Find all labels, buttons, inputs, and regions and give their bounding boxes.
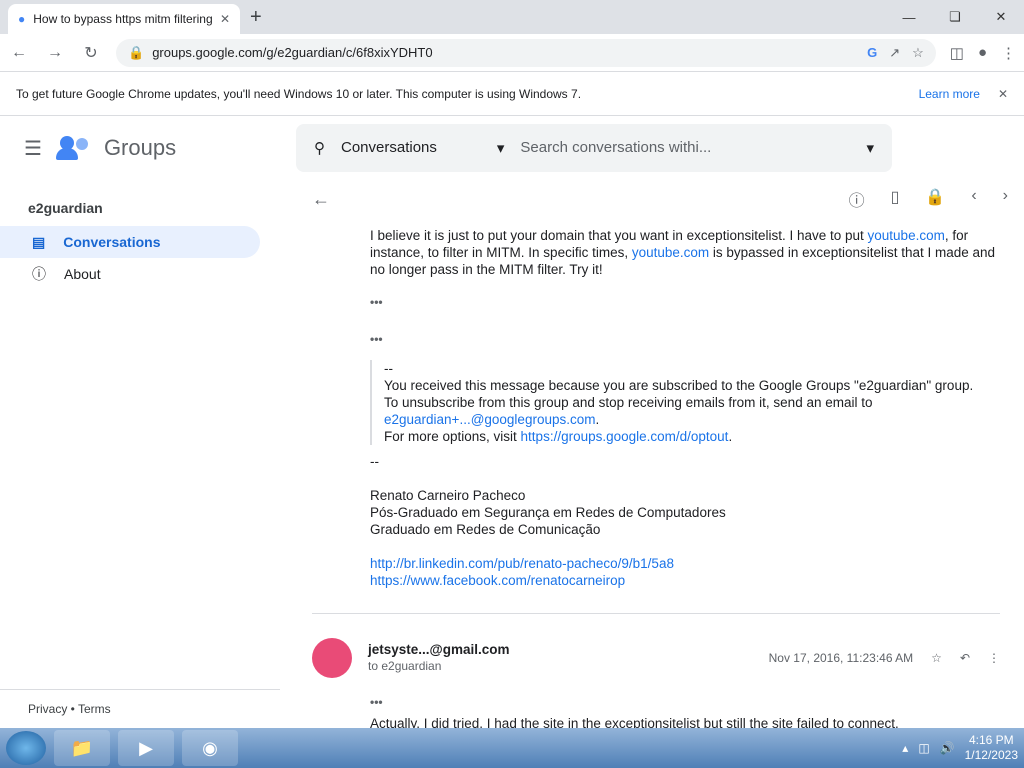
google-icon[interactable]: G — [867, 45, 877, 61]
clock-time: 4:16 PM — [968, 733, 1014, 747]
message-header: jetsyste...@gmail.com to e2guardian Nov … — [312, 613, 1000, 679]
back-icon[interactable]: ← — [8, 44, 30, 62]
tab-title: How to bypass https mitm filtering — [33, 12, 212, 26]
main-pane: ⚲ Conversations ▾ Search conversations w… — [280, 116, 1024, 728]
lock-icon[interactable]: 🔒 — [925, 187, 945, 211]
message-author[interactable]: jetsyste...@gmail.com — [368, 641, 509, 658]
new-tab-icon[interactable]: + — [250, 6, 262, 29]
system-tray: ▴ ◫ 🔊 4:16 PM 1/12/2023 — [902, 733, 1018, 763]
sidebar: ☰ Groups e2guardian ▤ Conversations ⓘ Ab… — [0, 116, 280, 728]
side-panel-icon[interactable]: ◫ — [950, 44, 964, 62]
lock-icon: 🔒 — [128, 44, 145, 60]
volume-icon[interactable]: 🔊 — [940, 741, 955, 755]
chevron-down-icon: ▾ — [496, 139, 505, 157]
search-scope-select[interactable]: Conversations ▾ — [341, 139, 504, 157]
infobar-message: To get future Google Chrome updates, you… — [16, 86, 582, 101]
show-trimmed-button[interactable]: ••• — [370, 331, 383, 348]
network-icon[interactable]: ◫ — [918, 741, 929, 755]
brand-header: ☰ Groups — [0, 116, 280, 180]
profile-icon[interactable]: ● — [978, 44, 987, 61]
search-scope-label: Conversations — [341, 139, 437, 157]
chrome-icon[interactable]: ◉ — [182, 730, 238, 766]
restore-icon[interactable]: ❏ — [932, 0, 978, 34]
close-icon[interactable]: ✕ — [998, 87, 1008, 101]
thread-toolbar: ← ⓘ ▯ 🔒 ‹ › — [296, 172, 1024, 228]
start-button[interactable] — [6, 731, 46, 765]
sidebar-item-about[interactable]: ⓘ About — [0, 258, 260, 290]
show-trimmed-button[interactable]: ••• — [370, 294, 383, 311]
sidebar-footer[interactable]: Privacy • Terms — [0, 689, 280, 728]
back-arrow-icon[interactable]: ← — [312, 189, 330, 210]
link[interactable]: youtube.com — [868, 228, 945, 243]
signature: -- Renato Carneiro Pacheco Pós-Graduado … — [370, 454, 726, 589]
avatar — [312, 638, 352, 679]
more-menu-icon[interactable]: ⋮ — [1001, 44, 1016, 62]
browser-toolbar: ← → ↻ 🔒 groups.google.com/g/e2guardian/c… — [0, 34, 1024, 72]
message-thread: I believe it is just to put your domain … — [296, 227, 1024, 728]
next-icon[interactable]: › — [1003, 187, 1008, 211]
groups-logo-icon[interactable] — [55, 136, 90, 160]
reload-icon[interactable]: ↻ — [80, 43, 102, 63]
brand-name[interactable]: Groups — [104, 135, 176, 161]
sidebar-item-conversations[interactable]: ▤ Conversations — [0, 226, 260, 258]
show-hidden-icons-icon[interactable]: ▴ — [902, 741, 908, 755]
facebook-link[interactable]: https://www.facebook.com/renatocarneirop — [370, 573, 625, 588]
browser-title-bar: ● How to bypass https mitm filtering ✕ +… — [0, 0, 1024, 34]
optout-link[interactable]: https://groups.google.com/d/optout — [521, 429, 729, 444]
browser-tab[interactable]: ● How to bypass https mitm filtering ✕ — [8, 4, 240, 34]
explorer-icon[interactable]: 📁 — [54, 730, 110, 766]
groups-app: ☰ Groups e2guardian ▤ Conversations ⓘ Ab… — [0, 116, 1024, 728]
url-text[interactable]: groups.google.com/g/e2guardian/c/6f8xixY… — [152, 45, 859, 60]
more-options-icon[interactable]: ⋮ — [988, 650, 1000, 667]
message-body: Actually, I did tried. I had the site in… — [370, 716, 899, 729]
star-icon[interactable]: ☆ — [931, 650, 942, 667]
menu-icon[interactable]: ☰ — [24, 136, 42, 161]
clock[interactable]: 4:16 PM 1/12/2023 — [965, 733, 1018, 763]
previous-icon[interactable]: ‹ — [971, 187, 976, 211]
window-controls: — ❏ ✕ — [886, 0, 1024, 34]
show-trimmed-button[interactable]: ••• — [370, 694, 383, 711]
minimize-icon[interactable]: — — [886, 0, 932, 34]
reply-all-icon[interactable]: ↶ — [960, 650, 970, 667]
group-name[interactable]: e2guardian — [0, 180, 280, 226]
conversations-icon: ▤ — [32, 233, 46, 250]
info-icon: ⓘ — [32, 266, 46, 282]
sidebar-item-label: About — [64, 266, 101, 282]
bookmark-star-icon[interactable]: ☆ — [912, 45, 924, 61]
link[interactable]: youtube.com — [632, 245, 709, 260]
share-icon[interactable]: ↗ — [889, 45, 900, 61]
unsubscribe-email-link[interactable]: e2guardian+...@googlegroups.com — [384, 412, 595, 427]
update-infobar: To get future Google Chrome updates, you… — [0, 72, 1024, 116]
windows-taskbar: 📁 ▶ ◉ ▴ ◫ 🔊 4:16 PM 1/12/2023 — [0, 728, 1024, 768]
quoted-footer: -- You received this message because you… — [370, 360, 1000, 446]
message-body: I believe it is just to put your domain … — [370, 228, 996, 278]
delete-icon[interactable]: ▯ — [891, 187, 900, 211]
message-recipient: to e2guardian — [368, 659, 442, 674]
clock-date: 1/12/2023 — [964, 748, 1018, 762]
sidebar-item-label: Conversations — [63, 234, 161, 250]
message-date: Nov 17, 2016, 11:23:46 AM — [768, 650, 914, 665]
close-window-icon[interactable]: ✕ — [978, 0, 1024, 34]
close-icon[interactable]: ✕ — [220, 12, 230, 26]
groups-favicon-icon: ● — [18, 12, 26, 26]
search-bar[interactable]: ⚲ Conversations ▾ Search conversations w… — [296, 124, 892, 172]
search-input[interactable]: Search conversations withi... — [520, 139, 711, 156]
learn-more-link[interactable]: Learn more — [919, 87, 980, 101]
media-player-icon[interactable]: ▶ — [118, 730, 174, 766]
search-icon[interactable]: ⚲ — [314, 139, 325, 157]
address-bar[interactable]: 🔒 groups.google.com/g/e2guardian/c/6f8xi… — [116, 38, 936, 67]
report-icon[interactable]: ⓘ — [849, 187, 865, 211]
linkedin-link[interactable]: http://br.linkedin.com/pub/renato-pachec… — [370, 556, 674, 571]
forward-icon[interactable]: → — [44, 44, 66, 62]
chevron-down-icon[interactable]: ▾ — [866, 139, 874, 157]
